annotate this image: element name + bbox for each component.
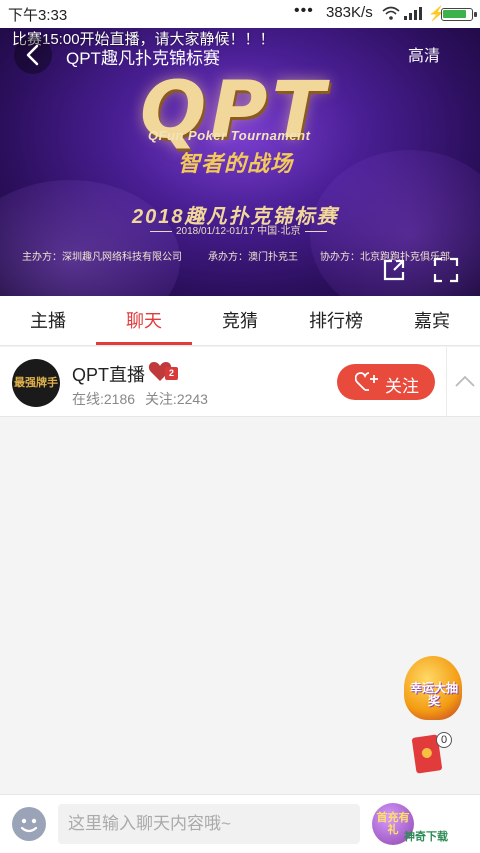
tab-guests[interactable]: 嘉宾 <box>384 296 480 346</box>
fullscreen-button[interactable] <box>432 256 460 284</box>
smiley-icon <box>20 818 38 833</box>
anchor-avatar[interactable]: 最强牌手 <box>12 359 60 407</box>
tab-anchor[interactable]: 主播 <box>0 296 96 346</box>
lucky-draw-text: 幸运大抽奖 <box>409 681 458 708</box>
tagline-english: QFun Poker Tournament <box>148 128 311 143</box>
quality-selector[interactable]: 高清 <box>408 42 440 66</box>
red-packet-count: 0 <box>436 732 452 748</box>
wifi-icon <box>382 6 400 20</box>
level-badge: 2 <box>148 360 178 382</box>
tab-bar: 主播 聊天 竞猜 排行榜 嘉宾 <box>0 296 480 346</box>
share-icon <box>383 259 405 281</box>
signal-icon <box>404 7 422 20</box>
chat-input[interactable] <box>58 804 360 844</box>
emoji-button[interactable] <box>12 807 46 841</box>
battery-icon <box>441 8 477 21</box>
level-number: 2 <box>165 367 178 380</box>
sponsor-host: 承办方：澳门扑克王 <box>208 252 298 263</box>
sponsor-organizer: 主办方：深圳趣凡网络科技有限公司 <box>22 252 182 263</box>
status-time: 下午3:33 <box>8 7 68 24</box>
network-speed: 383K/s <box>326 4 373 21</box>
online-count: 在线:2186 <box>72 391 136 407</box>
live-room-page: QPT QFun Poker Tournament 智者的战场 2018趣凡扑克… <box>0 0 480 853</box>
tab-chat[interactable]: 聊天 <box>96 296 192 346</box>
chat-input-bar: 首充有礼 <box>0 794 480 853</box>
follower-count: 关注:2243 <box>144 391 208 407</box>
event-date-text: 2018/01/12-01/17 中国·北京 <box>176 226 301 237</box>
tagline-chinese: 智者的战场 <box>178 151 294 176</box>
video-glow-left <box>0 180 180 296</box>
follow-button[interactable]: 关注 <box>337 364 435 400</box>
battery-fill <box>443 10 466 18</box>
tab-quiz[interactable]: 竞猜 <box>192 296 288 346</box>
red-packet-icon <box>421 747 433 759</box>
status-bar: 下午3:33 ••• 383K/s ⚡ <box>0 0 480 28</box>
active-tab-indicator <box>96 342 192 345</box>
video-title: QPT趣凡扑克锦标赛 <box>66 49 220 68</box>
watermark-text: 神奇下载 <box>404 831 448 843</box>
back-button[interactable] <box>14 36 52 74</box>
event-date: 2018/01/12-01/17 中国·北京 <box>146 222 331 237</box>
chevron-left-icon <box>26 44 39 66</box>
lucky-draw-promo[interactable]: 幸运大抽奖 <box>404 656 462 720</box>
tab-leaderboard[interactable]: 排行榜 <box>288 296 384 346</box>
chat-area[interactable] <box>0 418 480 794</box>
watermark-logo: 神奇下载 <box>404 828 448 844</box>
share-button[interactable] <box>380 256 408 284</box>
collapse-button[interactable] <box>446 347 480 417</box>
chevron-up-icon <box>455 375 475 387</box>
anchor-stats: 在线:2186 关注:2243 <box>72 389 214 409</box>
anchor-name: QPT直播 <box>72 365 146 385</box>
status-dots: ••• <box>294 2 314 19</box>
fullscreen-icon <box>433 257 459 283</box>
video-player[interactable]: QPT QFun Poker Tournament 智者的战场 2018趣凡扑克… <box>0 0 480 296</box>
heart-plus-icon <box>355 372 378 391</box>
follow-label: 关注 <box>385 377 419 396</box>
anchor-card: 最强牌手 QPT直播 2 在线:2186 关注:2243 关注 <box>0 347 480 417</box>
